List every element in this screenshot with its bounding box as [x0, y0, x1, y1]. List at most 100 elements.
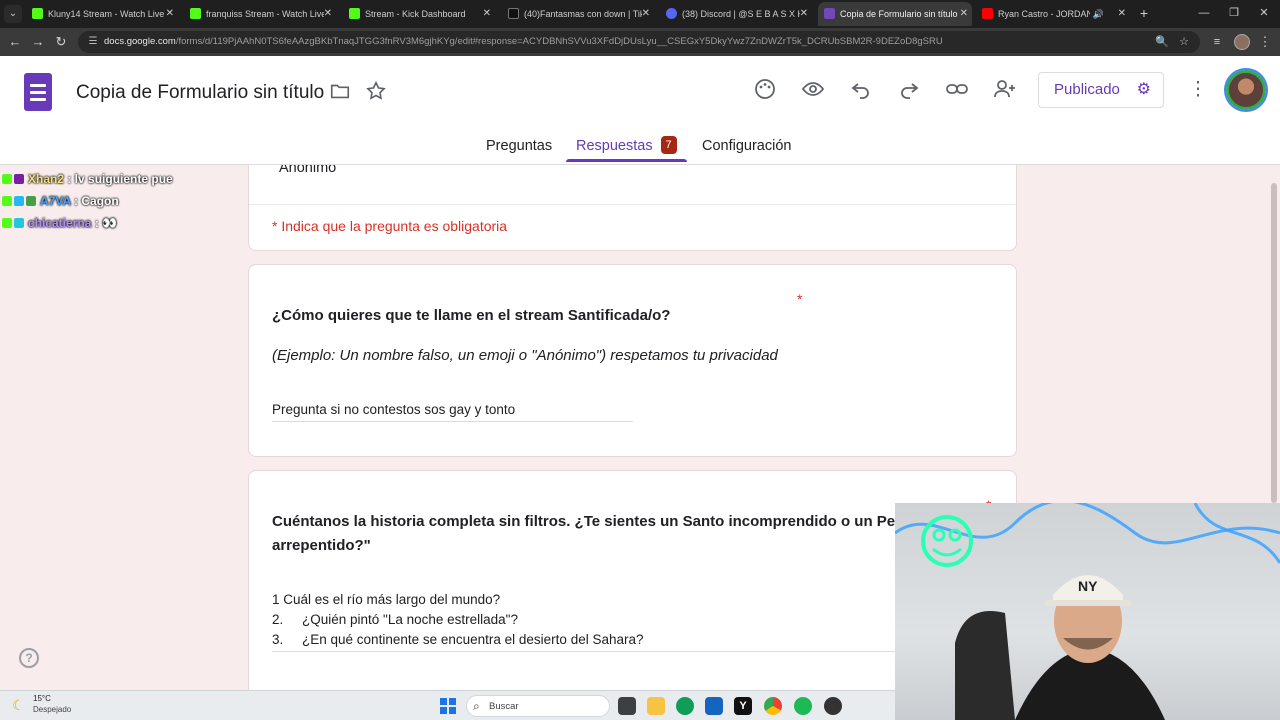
browser-tab-active[interactable]: Copia de Formulario sin título ✕: [818, 2, 972, 26]
obs-icon[interactable]: [824, 697, 842, 715]
preview-eye-icon[interactable]: [800, 77, 826, 103]
weather-temperature[interactable]: 15°C: [33, 694, 51, 703]
page-scrollbar[interactable]: [1271, 183, 1277, 503]
browser-toolbar: ← → ↻ ☰ docs.google.com/forms/d/119PjAAh…: [0, 28, 1280, 56]
chrome-icon[interactable]: [764, 697, 782, 715]
tiktok-favicon-icon: [508, 8, 519, 19]
kick-favicon-icon: [190, 8, 201, 19]
publish-label: Publicado: [1054, 81, 1120, 98]
windows-taskbar: ☾ 15°C Despejado ⌕ Buscar Y: [0, 690, 895, 720]
kick-favicon-icon: [32, 8, 43, 19]
webcam-scene: NY: [895, 503, 1280, 720]
browser-tab-strip: ⌄ Kluny14 Stream - Watch Live o ✕ franqu…: [0, 0, 1280, 28]
tab-title: (38) Discord | @S E B A S X H A: [682, 9, 800, 19]
forward-icon[interactable]: →: [29, 33, 47, 51]
tab-questions[interactable]: Preguntas: [486, 136, 552, 165]
audio-playing-icon[interactable]: 🔊: [1093, 2, 1104, 26]
browser-tab[interactable]: Kluny14 Stream - Watch Live o ✕: [26, 2, 178, 26]
search-icon: ⌕: [473, 699, 480, 713]
browser-tab[interactable]: (38) Discord | @S E B A S X H A ✕: [660, 2, 812, 26]
maximize-icon[interactable]: ❐: [1226, 4, 1242, 22]
required-note: * Indica que la pregunta es obligatoria: [272, 218, 508, 234]
file-explorer-icon[interactable]: [647, 697, 665, 715]
browser-tab[interactable]: franquiss Stream - Watch Live o ✕: [184, 2, 336, 26]
kick-badge-icon: [2, 218, 12, 228]
browser-tab[interactable]: Ryan Castro - JORDAN 🔊 ✕: [976, 2, 1130, 26]
close-tab-icon[interactable]: ✕: [1118, 2, 1126, 26]
tune-settings-icon[interactable]: ⚙: [1137, 73, 1151, 107]
answer-line-2: 2. ¿Quién pintó "La noche estrellada"?: [272, 612, 518, 627]
tab-responses-label: Respuestas: [576, 138, 653, 154]
tab-title: Ryan Castro - JORDAN: [998, 9, 1090, 19]
tab-title: franquiss Stream - Watch Live o: [206, 9, 324, 19]
tab-settings[interactable]: Configuración: [702, 136, 791, 165]
close-window-icon[interactable]: ✕: [1256, 4, 1272, 22]
edge-browser-icon[interactable]: [676, 697, 694, 715]
y-app-icon[interactable]: Y: [734, 697, 752, 715]
windows-start-icon[interactable]: [440, 698, 456, 714]
minimize-icon[interactable]: —: [1196, 4, 1212, 22]
reload-icon[interactable]: ↻: [52, 33, 70, 51]
weather-moon-icon[interactable]: ☾: [12, 697, 28, 713]
shield-badge-icon: [26, 196, 36, 206]
chat-text: : lv suiguiente pue: [64, 172, 173, 186]
publish-button[interactable]: Publicado ⚙: [1038, 72, 1164, 108]
form-title[interactable]: Copia de Formulario sin título: [76, 82, 324, 104]
close-tab-icon[interactable]: ✕: [483, 2, 491, 26]
google-forms-favicon-icon: [824, 8, 835, 19]
folder-icon[interactable]: [327, 80, 353, 106]
chat-text: : 👀: [91, 216, 117, 230]
chat-username: chicatierna: [28, 216, 92, 230]
kick-favicon-icon: [349, 8, 360, 19]
tab-title: Kluny14 Stream - Watch Live o: [48, 9, 166, 19]
microsoft-store-icon[interactable]: [705, 697, 723, 715]
url-text: docs.google.com/forms/d/119PjAAhN0TS6feA…: [104, 31, 943, 53]
zoom-icon[interactable]: 🔍: [1154, 34, 1170, 50]
close-tab-icon[interactable]: ✕: [960, 2, 968, 26]
browser-tab[interactable]: Stream - Kick Dashboard ✕: [343, 2, 495, 26]
link-icon[interactable]: [944, 77, 970, 103]
back-icon[interactable]: ←: [6, 33, 24, 51]
add-collaborator-icon[interactable]: [992, 77, 1018, 103]
previous-answer: Anónimo: [279, 165, 337, 176]
question-description: (Ejemplo: Un nombre falso, un emoji o "A…: [272, 347, 778, 364]
close-tab-icon[interactable]: ✕: [642, 2, 650, 26]
chat-text: : Cagon: [70, 194, 119, 208]
undo-icon[interactable]: [848, 77, 874, 103]
gem-badge-icon: [14, 196, 24, 206]
new-tab-icon[interactable]: +: [1136, 4, 1152, 22]
forms-header: Copia de Formulario sin título Publicado…: [0, 56, 1280, 165]
weather-description[interactable]: Despejado: [33, 705, 71, 714]
url-host: docs.google.com: [104, 36, 176, 47]
active-tab-indicator: [566, 159, 687, 162]
star-icon[interactable]: [363, 80, 389, 106]
search-placeholder: Buscar: [489, 701, 519, 712]
taskbar-search-input[interactable]: ⌕ Buscar: [466, 695, 610, 717]
svg-text:NY: NY: [1078, 578, 1098, 594]
kick-badge-icon: [2, 196, 12, 206]
close-tab-icon[interactable]: ✕: [166, 2, 174, 26]
sub-badge-icon: [14, 174, 24, 184]
spotify-icon[interactable]: [794, 697, 812, 715]
site-info-icon[interactable]: ☰: [86, 35, 100, 49]
chrome-menu-icon[interactable]: ⋮: [1258, 33, 1272, 51]
youtube-favicon-icon: [982, 8, 993, 19]
tab-search-icon[interactable]: ≡: [1208, 33, 1226, 51]
gift-badge-icon: [14, 218, 24, 228]
browser-tab[interactable]: (40)Fantasmas con down | TikTo ✕: [502, 2, 654, 26]
redo-icon[interactable]: [896, 77, 922, 103]
address-bar[interactable]: ☰ docs.google.com/forms/d/119PjAAhN0TS6f…: [78, 31, 1200, 53]
more-vert-icon[interactable]: ⋮: [1185, 77, 1211, 103]
close-tab-icon[interactable]: ✕: [324, 2, 332, 26]
user-avatar[interactable]: [1226, 70, 1266, 110]
kick-badge-icon: [2, 174, 12, 184]
tab-search-menu-icon[interactable]: ⌄: [4, 5, 22, 23]
google-forms-logo-icon[interactable]: [24, 73, 52, 111]
task-view-icon[interactable]: [618, 697, 636, 715]
bookmark-star-icon[interactable]: ☆: [1176, 34, 1192, 50]
palette-icon[interactable]: [752, 77, 778, 103]
profile-avatar-icon[interactable]: [1234, 34, 1250, 50]
help-icon[interactable]: ?: [19, 648, 39, 668]
stream-chat-overlay: Xhan2 : lv suiguiente pue A7VA : Cagon c…: [2, 172, 242, 238]
close-tab-icon[interactable]: ✕: [800, 2, 808, 26]
